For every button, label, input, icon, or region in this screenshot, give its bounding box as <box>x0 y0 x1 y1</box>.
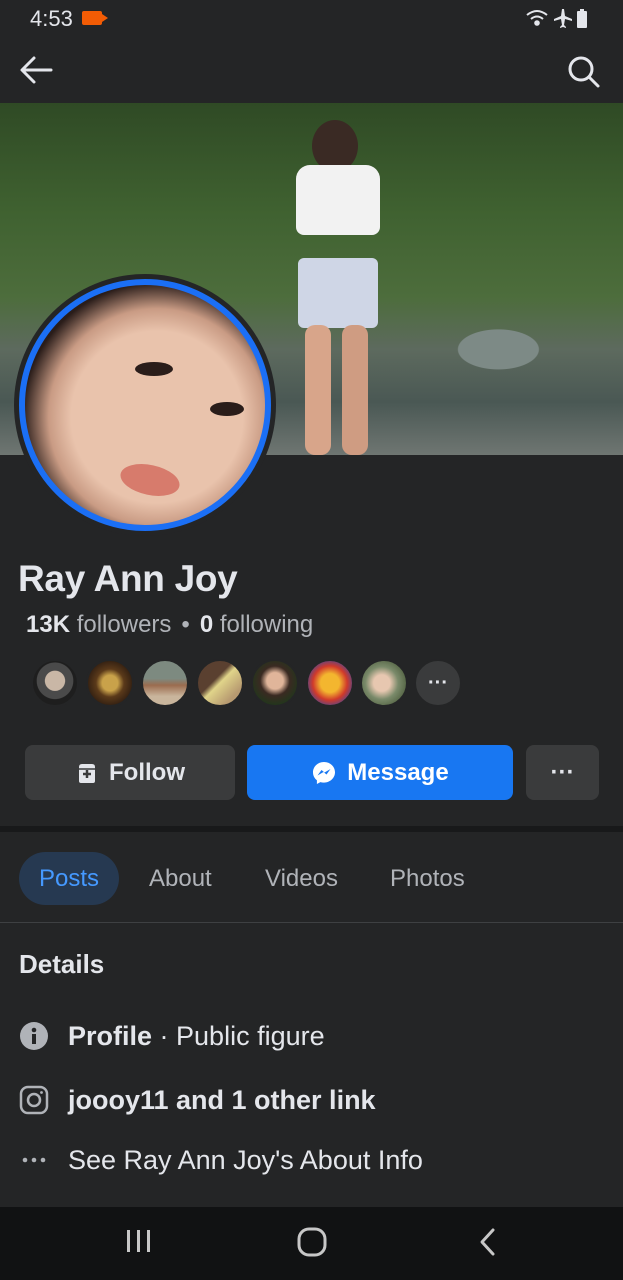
tab-videos[interactable]: Videos <box>265 852 338 905</box>
avatar-detail <box>210 402 244 416</box>
follower-avatar[interactable] <box>196 659 244 707</box>
search-button[interactable] <box>564 52 604 92</box>
details-heading: Details <box>19 949 105 979</box>
followers-label: followers <box>76 611 172 638</box>
follower-avatar[interactable] <box>141 659 189 707</box>
follow-label: Follow <box>109 758 185 786</box>
follow-button[interactable]: Follow <box>25 745 235 800</box>
cover-photo-detail <box>298 258 378 328</box>
messenger-icon <box>313 761 336 784</box>
avatar-detail <box>135 362 173 376</box>
tab-photos[interactable]: Photos <box>390 852 465 905</box>
airplane-icon <box>554 9 572 28</box>
detail-about-info[interactable]: See Ray Ann Joy's About Info <box>18 1142 423 1178</box>
about-info-text: See Ray Ann Joy's About Info <box>68 1144 423 1175</box>
message-button[interactable]: Message <box>247 745 513 800</box>
wifi-icon <box>526 10 548 26</box>
stats-separator: • <box>181 611 190 638</box>
arrow-left-icon <box>20 56 53 84</box>
instagram-icon <box>18 1084 50 1116</box>
follower-avatar[interactable] <box>86 659 134 707</box>
cover-photo-detail <box>342 325 368 455</box>
chevron-left-icon <box>480 1228 495 1256</box>
following-link[interactable]: 0 following <box>200 611 313 638</box>
cover-photo-detail <box>305 325 331 455</box>
recent-apps-button[interactable] <box>124 1228 154 1259</box>
links-text: joooy11 and 1 other link <box>68 1084 376 1115</box>
tab-about[interactable]: About <box>149 852 212 905</box>
tab-posts[interactable]: Posts <box>19 852 119 905</box>
status-icons <box>525 6 595 30</box>
cover-photo-detail <box>296 165 380 235</box>
profile-category: · Public figure <box>152 1020 325 1051</box>
message-label: Message <box>347 758 449 786</box>
followers-count: 13K <box>26 611 71 638</box>
info-icon <box>18 1020 50 1052</box>
more-options-icon: ··· <box>550 758 575 786</box>
battery-icon <box>577 9 587 28</box>
status-time: 4:53 <box>30 6 73 31</box>
following-label: following <box>219 611 314 638</box>
profile-name: Ray Ann Joy <box>18 558 238 599</box>
top-nav-bar <box>0 40 623 103</box>
record-icon <box>82 11 108 25</box>
more-followers-button[interactable]: ··· <box>414 659 462 707</box>
follower-avatar[interactable] <box>31 659 79 707</box>
more-options-button[interactable]: ··· <box>526 745 599 800</box>
search-icon <box>568 56 600 88</box>
profile-label: Profile <box>68 1020 153 1051</box>
follow-stats: 13K followers • 0 following <box>26 611 313 639</box>
home-button[interactable] <box>296 1226 328 1263</box>
detail-instagram-links[interactable]: joooy11 and 1 other link <box>18 1082 376 1118</box>
followers-link[interactable]: 13K followers <box>26 611 171 638</box>
more-dots-icon <box>18 1144 50 1176</box>
recent-apps-icon <box>127 1230 150 1252</box>
follow-icon <box>79 763 95 783</box>
follower-avatar[interactable] <box>251 659 299 707</box>
following-count: 0 <box>199 611 214 638</box>
back-button[interactable] <box>18 52 56 90</box>
system-back-button[interactable] <box>474 1226 502 1263</box>
section-divider <box>0 826 623 832</box>
detail-profile-category: Profile · Public figure <box>18 1018 325 1054</box>
tabs-divider <box>0 922 623 923</box>
follower-avatar[interactable] <box>306 659 354 707</box>
follower-avatar[interactable] <box>360 659 408 707</box>
home-icon <box>297 1227 327 1257</box>
